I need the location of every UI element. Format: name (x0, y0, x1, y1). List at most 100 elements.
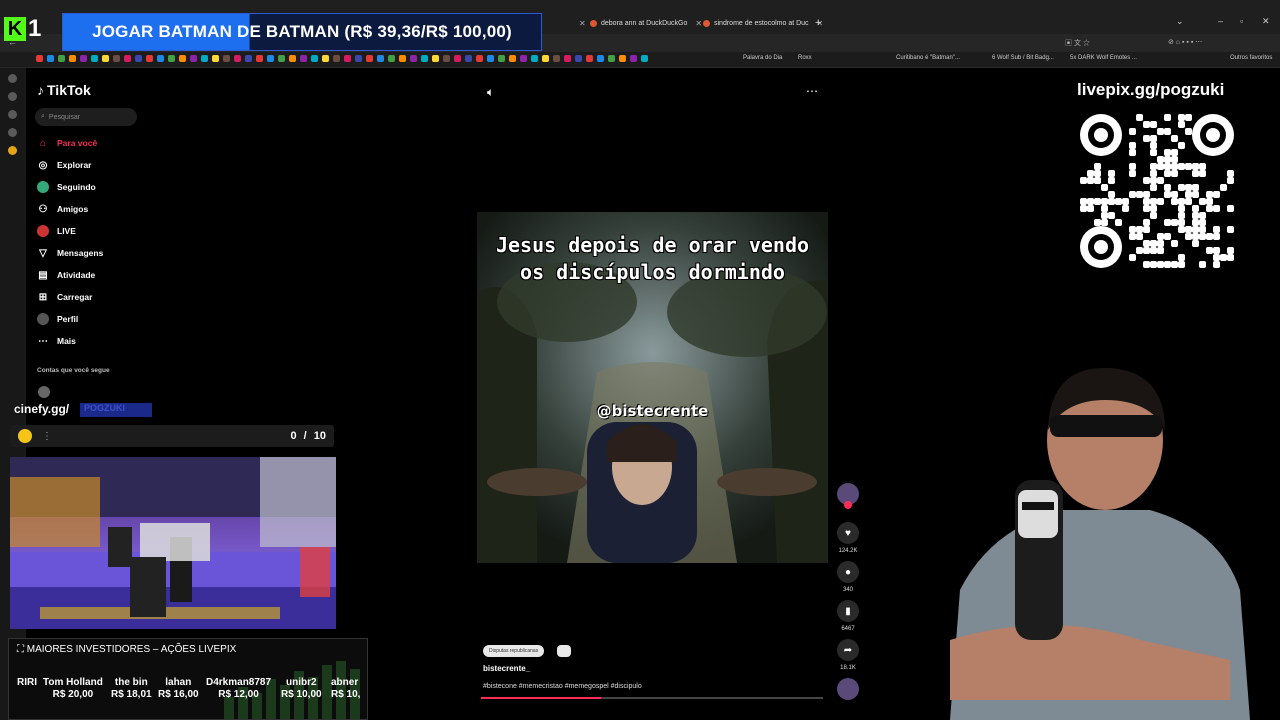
sound-chip[interactable]: Disputas republicanas (483, 645, 545, 657)
bookmark-favicon[interactable] (575, 55, 582, 62)
bookmark-favicon[interactable] (58, 55, 65, 62)
sound-avatar[interactable] (835, 678, 861, 700)
bookmark-favicon[interactable] (69, 55, 76, 62)
panel-icon[interactable] (8, 92, 17, 101)
bookmark-favicon[interactable] (289, 55, 296, 62)
bookmark-favicon[interactable] (267, 55, 274, 62)
bookmark-favicon[interactable] (542, 55, 549, 62)
bookmark-favicon[interactable] (256, 55, 263, 62)
bookmark-favicon[interactable] (234, 55, 241, 62)
extension-icons[interactable]: ▣ 文 ☆ (1065, 38, 1090, 48)
nav-messages[interactable]: ▽ Mensagens (37, 247, 103, 259)
bookmark-favicon[interactable] (443, 55, 450, 62)
bookmark-favicon[interactable] (245, 55, 252, 62)
bookmark-favicon[interactable] (410, 55, 417, 62)
bookmark-favicon[interactable] (586, 55, 593, 62)
panel-icon[interactable] (8, 110, 17, 119)
bookmark-favicon[interactable] (36, 55, 43, 62)
tab-list-icon[interactable]: ⌄ (1176, 16, 1184, 27)
bookmark-favicon[interactable] (322, 55, 329, 62)
nav-live[interactable]: LIVE (37, 225, 76, 237)
bookmark-favicon[interactable] (487, 55, 494, 62)
browser-tab-1[interactable]: debora ann at DuckDuckGo ✕ (590, 14, 702, 32)
bookmark-favicon[interactable] (509, 55, 516, 62)
panel-icon[interactable] (8, 128, 17, 137)
share-button[interactable]: ➦ 18.1K (835, 639, 861, 671)
bookmark-item[interactable]: Palavra do Dia (743, 55, 782, 61)
video-hashtags[interactable]: #bistecone #memecristao #memegospel #dis… (483, 683, 642, 690)
bookmark-favicon[interactable] (399, 55, 406, 62)
bookmark-favicon[interactable] (608, 55, 615, 62)
bookmark-item[interactable]: Curitibano é "Batman"... (896, 55, 960, 61)
toolbar-icons[interactable]: ⊘ ⌂ ▪ ▪ ▪ ⋯ (1168, 38, 1202, 46)
follow-plus-icon[interactable] (844, 501, 852, 509)
video-player[interactable]: Jesus depois de orar vendo os discípulos… (477, 212, 828, 563)
bookmark-favicon[interactable] (212, 55, 219, 62)
bookmark-favicon[interactable] (190, 55, 197, 62)
save-button[interactable]: ▮ 6467 (835, 600, 861, 632)
bookmark-favicon[interactable] (355, 55, 362, 62)
bookmark-favicon[interactable] (47, 55, 54, 62)
bookmark-favicons[interactable] (36, 55, 648, 62)
bookmark-favicon[interactable] (432, 55, 439, 62)
creator-avatar[interactable] (835, 483, 861, 509)
nav-following[interactable]: Seguindo (37, 181, 96, 193)
browser-tab-close-prev[interactable]: ✕ (575, 14, 586, 32)
nav-more[interactable]: ⋯ Mais (37, 335, 76, 347)
bookmark-favicon[interactable] (168, 55, 175, 62)
bookmark-favicon[interactable] (377, 55, 384, 62)
bookmark-favicon[interactable] (366, 55, 373, 62)
minimize-icon[interactable]: – (1218, 16, 1223, 26)
video-progress[interactable] (481, 697, 823, 699)
bookmark-favicon[interactable] (564, 55, 571, 62)
bookmark-favicon[interactable] (476, 55, 483, 62)
bookmark-favicon[interactable] (278, 55, 285, 62)
volume-icon[interactable]: 🔈︎ (487, 85, 494, 100)
bookmark-favicon[interactable] (80, 55, 87, 62)
bookmark-favicon[interactable] (113, 55, 120, 62)
bookmark-favicon[interactable] (102, 55, 109, 62)
bookmark-favicon[interactable] (300, 55, 307, 62)
bookmark-favicon[interactable] (179, 55, 186, 62)
bookmark-favicon[interactable] (91, 55, 98, 62)
bookmark-favicon[interactable] (641, 55, 648, 62)
new-tab-button[interactable]: + (815, 14, 821, 32)
bookmark-favicon[interactable] (465, 55, 472, 62)
bookmark-favicon[interactable] (201, 55, 208, 62)
maximize-icon[interactable]: ▫ (1240, 16, 1243, 26)
bookmark-item[interactable]: Roxx (798, 55, 812, 61)
bookmark-favicon[interactable] (388, 55, 395, 62)
bookmark-favicon[interactable] (454, 55, 461, 62)
bookmark-favicon[interactable] (333, 55, 340, 62)
like-button[interactable]: ♥ 124.2K (835, 522, 861, 554)
nav-upload[interactable]: ⊞ Carregar (37, 291, 93, 303)
panel-icon[interactable] (8, 74, 17, 83)
bookmark-favicon[interactable] (135, 55, 142, 62)
nav-profile[interactable]: Perfil (37, 313, 78, 325)
close-window-icon[interactable]: ✕ (1262, 16, 1270, 27)
bookmark-favicon[interactable] (311, 55, 318, 62)
avatar[interactable] (38, 386, 50, 398)
nav-activity[interactable]: ▤ Atividade (37, 269, 95, 281)
nav-for-you[interactable]: ⌂ Para você (37, 137, 97, 149)
bookmark-favicon[interactable] (553, 55, 560, 62)
repost-icon[interactable] (557, 645, 571, 657)
bookmark-favicon[interactable] (223, 55, 230, 62)
browser-tab-2[interactable]: sindrome de estocolmo at Duc ✕ (703, 14, 823, 32)
nav-explore[interactable]: ◎ Explorar (37, 159, 92, 171)
bookmark-favicon[interactable] (124, 55, 131, 62)
bookmark-item[interactable]: Outros favoritos (1230, 55, 1272, 61)
close-icon[interactable]: ✕ (695, 19, 702, 28)
bookmark-favicon[interactable] (531, 55, 538, 62)
bookmark-favicon[interactable] (520, 55, 527, 62)
nav-friends[interactable]: ⚇ Amigos (37, 203, 89, 215)
bookmark-favicon[interactable] (630, 55, 637, 62)
bookmark-favicon[interactable] (421, 55, 428, 62)
bookmark-item[interactable]: 5x DARK Wolf Emotes ... (1070, 55, 1137, 61)
bookmark-favicon[interactable] (146, 55, 153, 62)
panel-icon[interactable] (8, 146, 17, 155)
bookmark-favicon[interactable] (498, 55, 505, 62)
search-input[interactable]: ⌕ Pesquisar (35, 108, 137, 126)
more-options-icon[interactable]: ⋯ (806, 84, 819, 98)
comment-button[interactable]: ● 340 (835, 561, 861, 593)
